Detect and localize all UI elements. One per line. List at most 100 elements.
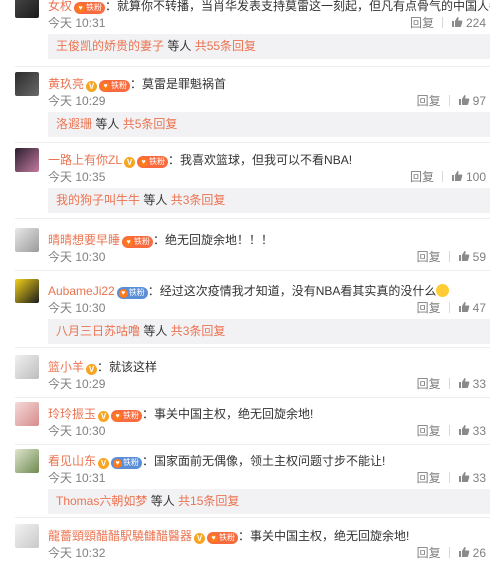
like-count: 59 bbox=[472, 250, 486, 264]
thumbs-up-icon bbox=[458, 424, 470, 436]
like-button[interactable]: 100 bbox=[451, 170, 486, 184]
action-divider bbox=[441, 17, 443, 28]
like-button[interactable]: 224 bbox=[451, 16, 486, 30]
comment-username[interactable]: 女权 bbox=[48, 0, 72, 13]
like-button[interactable]: 33 bbox=[458, 424, 486, 438]
reply-summary[interactable]: 洛遐珊 等人 共5条回复 bbox=[48, 112, 490, 137]
comment-actions: 回复 59 bbox=[417, 250, 486, 264]
reply-button[interactable]: 回复 bbox=[417, 94, 441, 108]
comment-username[interactable]: 看见山东 bbox=[48, 454, 96, 468]
verified-icon: V bbox=[98, 411, 110, 422]
comment-timestamp: 今天 10:31 bbox=[48, 16, 106, 30]
like-button[interactable]: 97 bbox=[458, 94, 486, 108]
fan-badge: ♥ 铁粉 bbox=[137, 156, 169, 168]
reply-user[interactable]: 洛遐珊 bbox=[56, 117, 92, 131]
comment-username[interactable]: 玲玲振玉 bbox=[48, 407, 96, 421]
comment-item: 一路上有你ZL V ♥ 铁粉 ：我喜欢篮球，但我可以不看NBA! 今天 10:35 回复… bbox=[0, 146, 500, 219]
reply-button[interactable]: 回复 bbox=[417, 301, 441, 315]
heart-icon: ♥ bbox=[209, 534, 219, 543]
reply-button[interactable]: 回复 bbox=[417, 424, 441, 438]
reply-summary[interactable]: 我的狗子叫牛牛 等人 共3条回复 bbox=[48, 188, 490, 213]
avatar[interactable] bbox=[15, 449, 39, 473]
avatar[interactable] bbox=[15, 228, 39, 252]
like-count: 100 bbox=[465, 170, 486, 184]
thumbs-up-icon bbox=[451, 170, 463, 182]
comment-timestamp: 今天 10:30 bbox=[48, 424, 106, 438]
comment-actions: 回复 33 bbox=[417, 424, 486, 438]
reply-user[interactable]: 八月三日苏咕噜 bbox=[56, 324, 140, 338]
reply-summary[interactable]: Thomas六朝如梦 等人 共15条回复 bbox=[48, 489, 490, 514]
comment-item: 黄玖亮 V ♥ 铁粉 ：莫雷是罪魁祸首 今天 10:29 回复 97 洛遐珊 等人 共5条… bbox=[0, 70, 500, 143]
comment-timestamp: 今天 10:32 bbox=[48, 546, 106, 560]
like-count: 26 bbox=[472, 546, 486, 560]
like-button[interactable]: 59 bbox=[458, 250, 486, 264]
reply-user[interactable]: 我的狗子叫牛牛 bbox=[56, 193, 140, 207]
comment-line: 看见山东 V ♥ 铁粉 ：国家面前无偶像，领土主权问题寸步不能让! bbox=[48, 453, 490, 469]
reply-button[interactable]: 回复 bbox=[410, 16, 434, 30]
comment-divider bbox=[15, 218, 490, 219]
comment-timestamp: 今天 10:30 bbox=[48, 301, 106, 315]
fan-badge-label: 铁粉 bbox=[123, 411, 140, 420]
comment-username[interactable]: 黄玖亮 bbox=[48, 77, 84, 91]
reply-count-link[interactable]: 共15条回复 bbox=[178, 494, 239, 508]
reply-summary[interactable]: 八月三日苏咕噜 等人 共3条回复 bbox=[48, 319, 490, 344]
reply-button[interactable]: 回复 bbox=[417, 250, 441, 264]
avatar[interactable] bbox=[15, 72, 39, 96]
heart-icon: ♥ bbox=[113, 412, 123, 421]
avatar[interactable] bbox=[15, 524, 39, 548]
reply-button[interactable]: 回复 bbox=[417, 471, 441, 485]
reply-count-link[interactable]: 共55条回复 bbox=[195, 39, 256, 53]
comment-separator: ： bbox=[168, 153, 181, 167]
reply-user[interactable]: 王俊凯的娇贵的妻子 bbox=[56, 39, 164, 53]
fan-badge: ♥ 铁粉 bbox=[111, 410, 143, 422]
thumbs-up-icon bbox=[458, 471, 470, 483]
fan-badge: ♥ 铁粉 bbox=[122, 236, 154, 248]
avatar[interactable] bbox=[15, 402, 39, 426]
reply-button[interactable]: 回复 bbox=[417, 377, 441, 391]
reply-count-link[interactable]: 共3条回复 bbox=[171, 193, 226, 207]
comment-line: 黄玖亮 V ♥ 铁粉 ：莫雷是罪魁祸首 bbox=[48, 76, 490, 92]
laugh-emoji-icon bbox=[436, 284, 450, 297]
fan-badge: ♥ 铁粉 bbox=[99, 80, 131, 92]
avatar[interactable] bbox=[15, 279, 39, 303]
comment-username[interactable]: 龍薔頸頸醋醋駅驍讎醋醫器 bbox=[48, 529, 192, 543]
comment-divider bbox=[15, 517, 490, 518]
action-divider bbox=[448, 547, 450, 558]
heart-icon: ♥ bbox=[124, 238, 134, 247]
like-button[interactable]: 47 bbox=[458, 301, 486, 315]
comment-separator: ： bbox=[142, 454, 155, 468]
reply-button[interactable]: 回复 bbox=[410, 170, 434, 184]
comment-divider bbox=[15, 66, 490, 67]
comment-username[interactable]: 晴晴想要早睡 bbox=[48, 233, 120, 247]
comment-text: 经过这次疫情我才知道，没有NBA看其实真的没什么 bbox=[159, 284, 437, 298]
reply-mid-text: 等人 bbox=[140, 324, 171, 338]
action-divider bbox=[448, 425, 450, 436]
reply-button[interactable]: 回复 bbox=[417, 546, 441, 560]
comment-text: 就算你不转播，当肖华发表支持莫雷这一刻起，但凡有点骨气的中国人都不会看nba bbox=[117, 0, 490, 13]
avatar[interactable] bbox=[15, 148, 39, 172]
thumbs-up-icon bbox=[458, 94, 470, 106]
reply-count-link[interactable]: 共3条回复 bbox=[171, 324, 226, 338]
comment-text: 莫雷是罪魁祸首 bbox=[142, 77, 227, 91]
avatar[interactable] bbox=[15, 355, 39, 379]
avatar[interactable] bbox=[15, 0, 39, 18]
reply-count-link[interactable]: 共5条回复 bbox=[123, 117, 178, 131]
comment-username[interactable]: AubameJi22 bbox=[48, 284, 115, 298]
comment-text: 事关中国主权，绝无回旋余地! bbox=[154, 407, 314, 421]
comment-item: 玲玲振玉 V ♥ 铁粉 ：事关中国主权，绝无回旋余地! 今天 10:30 回复 33 bbox=[0, 400, 500, 445]
comment-username[interactable]: 一路上有你ZL bbox=[48, 153, 122, 167]
comment-timestamp: 今天 10:29 bbox=[48, 94, 106, 108]
heart-icon: ♥ bbox=[76, 4, 86, 13]
comment-line: 玲玲振玉 V ♥ 铁粉 ：事关中国主权，绝无回旋余地! bbox=[48, 406, 490, 422]
comment-username[interactable]: 篮小羊 bbox=[48, 360, 84, 374]
action-divider bbox=[448, 472, 450, 483]
reply-user[interactable]: Thomas六朝如梦 bbox=[56, 494, 147, 508]
comment-item: 看见山东 V ♥ 铁粉 ：国家面前无偶像，领土主权问题寸步不能让! 今天 10:31 回… bbox=[0, 447, 500, 518]
comment-line: 晴晴想要早睡 ♥ 铁粉 ：绝无回旋余地！！！ bbox=[48, 232, 490, 248]
action-divider bbox=[441, 171, 443, 182]
like-button[interactable]: 33 bbox=[458, 471, 486, 485]
like-button[interactable]: 26 bbox=[458, 546, 486, 560]
like-button[interactable]: 33 bbox=[458, 377, 486, 391]
comment-separator: ： bbox=[97, 360, 110, 374]
reply-summary[interactable]: 王俊凯的娇贵的妻子 等人 共55条回复 bbox=[48, 34, 490, 59]
